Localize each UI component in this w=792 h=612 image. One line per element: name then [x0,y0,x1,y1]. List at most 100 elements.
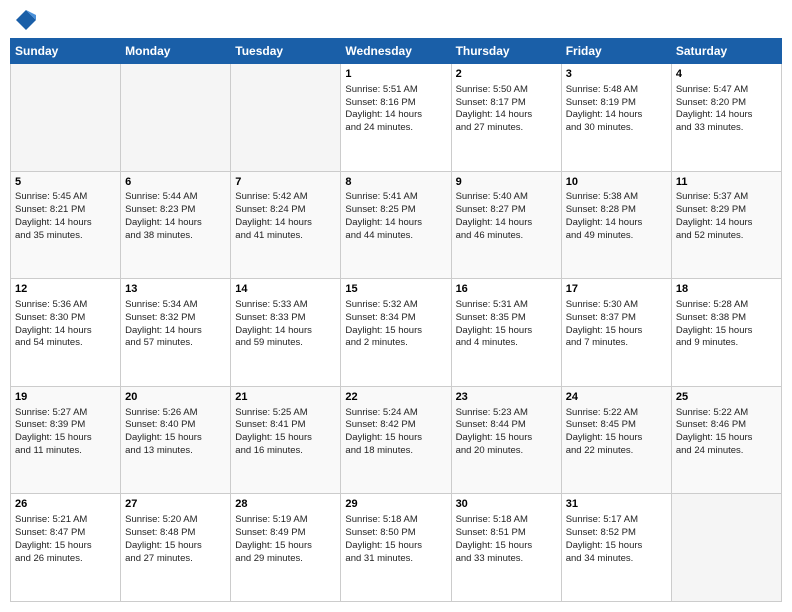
day-number: 25 [676,390,777,405]
calendar-header-tuesday: Tuesday [231,39,341,64]
calendar-cell: 20 Sunrise: 5:26 AMSunset: 8:40 PMDayligh… [121,386,231,494]
day-info: Sunrise: 5:24 AMSunset: 8:42 PMDaylight:… [345,407,446,458]
calendar-cell: 27 Sunrise: 5:20 AMSunset: 8:48 PMDayligh… [121,494,231,602]
calendar-header-friday: Friday [561,39,671,64]
day-number: 6 [125,175,226,190]
calendar-cell: 12 Sunrise: 5:36 AMSunset: 8:30 PMDayligh… [11,279,121,387]
day-info: Sunrise: 5:19 AMSunset: 8:49 PMDaylight:… [235,514,336,565]
calendar-cell [231,64,341,172]
logo [14,10,36,30]
day-number: 18 [676,282,777,297]
calendar-cell: 6Sunrise: 5:44 AMSunset: 8:23 PMDaylight… [121,171,231,279]
day-number: 31 [566,497,667,512]
day-info: Sunrise: 5:44 AMSunset: 8:23 PMDaylight:… [125,191,226,242]
calendar-cell: 28 Sunrise: 5:19 AMSunset: 8:49 PMDayligh… [231,494,341,602]
day-info: Sunrise: 5:28 AMSunset: 8:38 PMDaylight:… [676,299,777,350]
calendar-cell [11,64,121,172]
day-info: Sunrise: 5:33 AMSunset: 8:33 PMDaylight:… [235,299,336,350]
day-number: 20 [125,390,226,405]
calendar-cell: 23 Sunrise: 5:23 AMSunset: 8:44 PMDayligh… [451,386,561,494]
day-info: Sunrise: 5:20 AMSunset: 8:48 PMDaylight:… [125,514,226,565]
day-info: Sunrise: 5:22 AMSunset: 8:46 PMDaylight:… [676,407,777,458]
calendar-header-wednesday: Wednesday [341,39,451,64]
calendar-cell: 13 Sunrise: 5:34 AMSunset: 8:32 PMDayligh… [121,279,231,387]
calendar-cell [671,494,781,602]
day-number: 9 [456,175,557,190]
calendar-week-3: 12 Sunrise: 5:36 AMSunset: 8:30 PMDayligh… [11,279,782,387]
day-number: 1 [345,67,446,82]
day-info: Sunrise: 5:27 AMSunset: 8:39 PMDaylight:… [15,407,116,458]
calendar-header-sunday: Sunday [11,39,121,64]
calendar-header-saturday: Saturday [671,39,781,64]
day-number: 10 [566,175,667,190]
day-info: Sunrise: 5:37 AMSunset: 8:29 PMDaylight:… [676,191,777,242]
calendar-week-1: 1 Sunrise: 5:51 AMSunset: 8:16 PMDaylight… [11,64,782,172]
calendar-cell: 11Sunrise: 5:37 AMSunset: 8:29 PMDayligh… [671,171,781,279]
calendar-cell: 9Sunrise: 5:40 AMSunset: 8:27 PMDaylight… [451,171,561,279]
logo-icon [16,10,36,30]
day-info: Sunrise: 5:34 AMSunset: 8:32 PMDaylight:… [125,299,226,350]
day-number: 5 [15,175,116,190]
day-number: 24 [566,390,667,405]
day-info: Sunrise: 5:42 AMSunset: 8:24 PMDaylight:… [235,191,336,242]
day-number: 22 [345,390,446,405]
day-info: Sunrise: 5:41 AMSunset: 8:25 PMDaylight:… [345,191,446,242]
day-number: 27 [125,497,226,512]
calendar-cell: 18 Sunrise: 5:28 AMSunset: 8:38 PMDayligh… [671,279,781,387]
day-number: 30 [456,497,557,512]
day-number: 14 [235,282,336,297]
calendar-cell [121,64,231,172]
day-info: Sunrise: 5:31 AMSunset: 8:35 PMDaylight:… [456,299,557,350]
calendar-cell: 7Sunrise: 5:42 AMSunset: 8:24 PMDaylight… [231,171,341,279]
calendar-cell: 25 Sunrise: 5:22 AMSunset: 8:46 PMDayligh… [671,386,781,494]
calendar-cell: 4Sunrise: 5:47 AMSunset: 8:20 PMDaylight… [671,64,781,172]
calendar-cell: 14 Sunrise: 5:33 AMSunset: 8:33 PMDayligh… [231,279,341,387]
calendar-cell: 26Sunrise: 5:21 AMSunset: 8:47 PMDayligh… [11,494,121,602]
day-info: Sunrise: 5:50 AMSunset: 8:17 PMDaylight:… [456,84,557,135]
calendar-header-monday: Monday [121,39,231,64]
day-info: Sunrise: 5:25 AMSunset: 8:41 PMDaylight:… [235,407,336,458]
calendar-cell: 5Sunrise: 5:45 AMSunset: 8:21 PMDaylight… [11,171,121,279]
logo-text [14,10,36,30]
day-info: Sunrise: 5:36 AMSunset: 8:30 PMDaylight:… [15,299,116,350]
day-number: 23 [456,390,557,405]
calendar-cell: 2Sunrise: 5:50 AMSunset: 8:17 PMDaylight… [451,64,561,172]
day-number: 12 [15,282,116,297]
day-info: Sunrise: 5:32 AMSunset: 8:34 PMDaylight:… [345,299,446,350]
day-number: 8 [345,175,446,190]
day-number: 17 [566,282,667,297]
day-number: 3 [566,67,667,82]
header [10,10,782,30]
day-info: Sunrise: 5:38 AMSunset: 8:28 PMDaylight:… [566,191,667,242]
calendar-cell: 31Sunrise: 5:17 AMSunset: 8:52 PMDayligh… [561,494,671,602]
day-info: Sunrise: 5:23 AMSunset: 8:44 PMDaylight:… [456,407,557,458]
calendar-cell: 24 Sunrise: 5:22 AMSunset: 8:45 PMDayligh… [561,386,671,494]
calendar-cell: 21Sunrise: 5:25 AMSunset: 8:41 PMDayligh… [231,386,341,494]
calendar-cell: 10Sunrise: 5:38 AMSunset: 8:28 PMDayligh… [561,171,671,279]
day-number: 16 [456,282,557,297]
calendar-cell: 15Sunrise: 5:32 AMSunset: 8:34 PMDayligh… [341,279,451,387]
calendar-cell: 22 Sunrise: 5:24 AMSunset: 8:42 PMDayligh… [341,386,451,494]
day-info: Sunrise: 5:21 AMSunset: 8:47 PMDaylight:… [15,514,116,565]
day-info: Sunrise: 5:51 AMSunset: 8:16 PMDaylight:… [345,84,446,135]
calendar-cell: 3 Sunrise: 5:48 AMSunset: 8:19 PMDaylight… [561,64,671,172]
calendar-header-row: SundayMondayTuesdayWednesdayThursdayFrid… [11,39,782,64]
day-info: Sunrise: 5:18 AMSunset: 8:51 PMDaylight:… [456,514,557,565]
day-number: 28 [235,497,336,512]
day-info: Sunrise: 5:48 AMSunset: 8:19 PMDaylight:… [566,84,667,135]
day-number: 13 [125,282,226,297]
day-info: Sunrise: 5:26 AMSunset: 8:40 PMDaylight:… [125,407,226,458]
calendar-cell: 8Sunrise: 5:41 AMSunset: 8:25 PMDaylight… [341,171,451,279]
calendar-cell: 29Sunrise: 5:18 AMSunset: 8:50 PMDayligh… [341,494,451,602]
day-info: Sunrise: 5:30 AMSunset: 8:37 PMDaylight:… [566,299,667,350]
page: SundayMondayTuesdayWednesdayThursdayFrid… [0,0,792,612]
day-number: 7 [235,175,336,190]
calendar-week-2: 5Sunrise: 5:45 AMSunset: 8:21 PMDaylight… [11,171,782,279]
day-info: Sunrise: 5:22 AMSunset: 8:45 PMDaylight:… [566,407,667,458]
calendar-cell: 1 Sunrise: 5:51 AMSunset: 8:16 PMDaylight… [341,64,451,172]
calendar: SundayMondayTuesdayWednesdayThursdayFrid… [10,38,782,602]
calendar-cell: 16 Sunrise: 5:31 AMSunset: 8:35 PMDayligh… [451,279,561,387]
day-info: Sunrise: 5:47 AMSunset: 8:20 PMDaylight:… [676,84,777,135]
day-number: 11 [676,175,777,190]
day-info: Sunrise: 5:45 AMSunset: 8:21 PMDaylight:… [15,191,116,242]
